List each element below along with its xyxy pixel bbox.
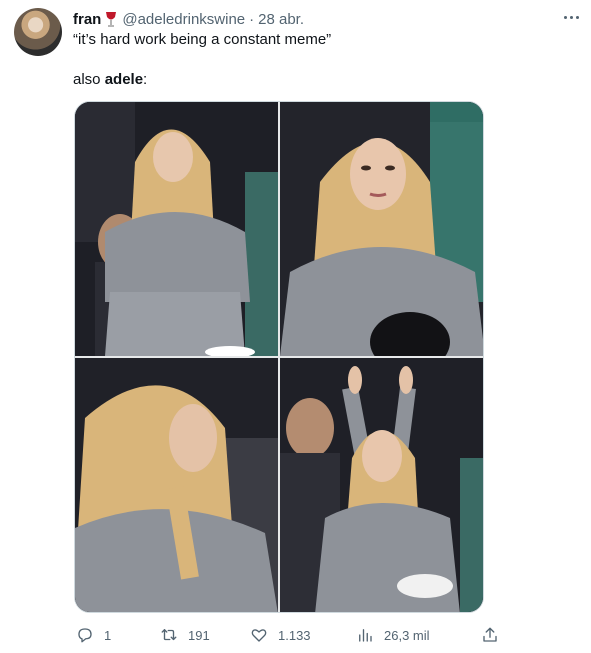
- tweet-date[interactable]: 28 abr.: [258, 11, 304, 28]
- tweet-header: fran @adeledrinkswine · 28 abr.: [73, 9, 304, 29]
- author-name[interactable]: fran: [73, 11, 101, 28]
- separator-dot: ·: [249, 10, 255, 28]
- photo-1[interactable]: [75, 102, 278, 356]
- retweet-icon: [161, 629, 177, 641]
- reply-button[interactable]: 1: [76, 622, 111, 648]
- like-button[interactable]: 1.133: [250, 622, 311, 648]
- tweet-text-line2: also adele:: [73, 70, 147, 90]
- reply-count: 1: [104, 627, 112, 643]
- photo-4[interactable]: [280, 358, 483, 612]
- avatar[interactable]: [14, 8, 62, 56]
- retweet-button[interactable]: 191: [160, 622, 210, 648]
- views-count: 26,3 mil: [384, 627, 430, 643]
- tweet-text-bold: adele: [104, 71, 144, 88]
- like-count: 1.133: [278, 627, 311, 643]
- photo-3[interactable]: [75, 358, 278, 612]
- author-handle[interactable]: @adeledrinkswine: [122, 11, 245, 28]
- reply-icon: [78, 628, 92, 643]
- like-icon: [251, 629, 267, 642]
- media-grid: [74, 101, 484, 613]
- share-button[interactable]: [481, 622, 499, 648]
- retweet-count: 191: [188, 627, 210, 643]
- tweet-text-prefix: also: [73, 71, 105, 88]
- photo-2[interactable]: [280, 102, 483, 356]
- tweet-text-quote: “it’s hard work being a constant meme”: [73, 31, 332, 48]
- views-button[interactable]: 26,3 mil: [356, 622, 430, 648]
- views-icon: [359, 629, 372, 642]
- wine-glass-icon: [106, 12, 117, 27]
- action-bar: 1 191 1.133 26,3 mil: [0, 622, 591, 648]
- tweet-text-suffix: :: [143, 71, 148, 88]
- tweet[interactable]: fran @adeledrinkswine · 28 abr. “it’s ha…: [0, 0, 591, 653]
- share-icon: [483, 627, 497, 642]
- more-icon[interactable]: [560, 8, 582, 26]
